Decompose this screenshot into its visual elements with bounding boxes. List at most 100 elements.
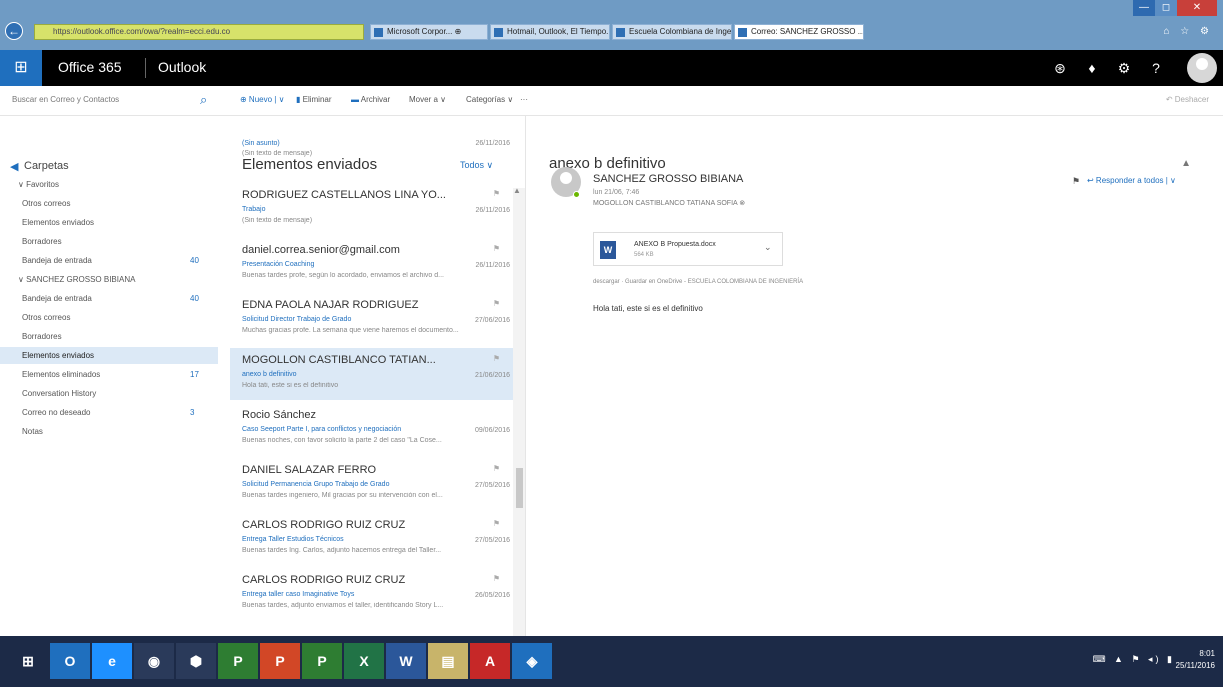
ie-app-icon[interactable]: e [92,643,132,679]
chrome-app-icon[interactable]: ◉ [134,643,174,679]
chevron-down-icon[interactable]: ⌄ [764,242,772,253]
sidebar-item[interactable]: Otros correos [0,195,218,212]
powerpoint-app-icon[interactable]: P [260,643,300,679]
message-subject: (Sin asunto) [242,140,280,147]
message-row[interactable]: (Sin asunto) (Sin texto de mensaje) 26/11/… [230,134,514,174]
archive-button[interactable]: ▬ Archivar [351,95,390,104]
sidebar-item[interactable]: Elementos eliminados 17 [0,366,218,383]
acrobat-app-icon[interactable]: A [470,643,510,679]
sidebar-item[interactable]: Bandeja de entrada 40 [0,290,218,307]
browser-tab[interactable]: Escuela Colombiana de Ingeni... [612,24,732,40]
browser-tab-active[interactable]: Correo: SANCHEZ GROSSO ... × [734,24,864,40]
sender-name[interactable]: SANCHEZ GROSSO BIBIANA [593,173,743,185]
flag-icon[interactable]: ⚑ [493,244,500,253]
categories-button[interactable]: Categorías ∨ [466,95,513,104]
folders-header[interactable]: ◀ Carpetas [10,160,69,173]
undo-button[interactable]: ↶ Deshacer [1166,95,1209,104]
flag-icon[interactable]: ⚑ [1072,176,1080,187]
message-row[interactable]: CARLOS RODRIGO RUIZ CRUZ Entrega Taller E… [230,513,514,565]
recipient[interactable]: MOGOLLON CASTIBLANCO TATIANA SOFIA ⊗ [593,199,745,207]
flag-icon[interactable]: ⚑ [493,519,500,528]
outlook-app-icon[interactable]: O [50,643,90,679]
message-row[interactable]: DANIEL SALAZAR FERRO Solicitud Permanenci… [230,458,514,510]
sidebar-item[interactable]: Correo no deseado 3 [0,404,218,421]
flag-icon[interactable]: ⚑ [493,354,500,363]
flag-icon[interactable]: ⚑ [493,299,500,308]
sidebar-item-label: ∨ SANCHEZ GROSSO BIBIANA [18,275,136,284]
message-row[interactable]: MOGOLLON CASTIBLANCO TATIAN... anexo b de… [230,348,514,400]
windows-start-icon[interactable]: ⊞ [8,643,48,679]
move-button[interactable]: Mover a ∨ [409,95,446,104]
search-icon[interactable]: ⌕ [200,92,207,108]
project-app-icon[interactable]: P [218,643,258,679]
tab-favicon-icon [494,28,503,37]
message-row[interactable]: EDNA PAOLA NAJAR RODRIGUEZ Solicitud Dire… [230,293,514,345]
address-bar[interactable]: https://outlook.office.com/owa/?realm=ec… [34,24,364,40]
flag-icon[interactable]: ⚑ [493,574,500,583]
sidebar-item-label: Bandeja de entrada [22,294,92,303]
message-preview: (Sin texto de mensaje) [242,217,313,224]
message-date: 27/05/2016 [474,537,510,544]
flag-icon[interactable]: ⚑ [493,464,500,473]
search-input[interactable]: Buscar en Correo y Contactos [12,95,119,104]
app-launcher-icon[interactable]: ⊞ [0,50,42,86]
attachment-actions[interactable]: descargar · Guardar en OneDrive - ESCUEL… [593,279,803,285]
folder-pane: ◀ Carpetas ∨ Favoritos Otros correos Eleme… [0,116,218,636]
sidebar-item[interactable]: Elementos enviados [0,347,218,364]
sidebar-item[interactable]: Bandeja de entrada 40 [0,252,218,269]
attachment-size: 564 KB [634,252,654,258]
maximize-button[interactable]: ◻ [1155,0,1177,16]
sidebar-item[interactable]: Borradores [0,328,218,345]
message-date: 26/11/2016 [475,140,510,147]
attachment-name[interactable]: ANEXO B Propuesta.docx [634,241,716,248]
bell-icon[interactable]: ♦ [1076,50,1108,86]
delete-button[interactable]: ▮ Eliminar [296,95,332,104]
browser-tools[interactable]: ⌂ ☆ ⚙ [1163,26,1213,37]
sidebar-item[interactable]: Notas [0,423,218,440]
gear-icon[interactable]: ⚙ [1108,50,1140,86]
message-row[interactable]: Rocio Sánchez Caso Seeport Parte I, para … [230,403,514,455]
message-sender: Rocio Sánchez [242,409,316,421]
message-subject: Trabajo [242,206,266,213]
clock[interactable]: 8:01 25/11/2016 [1176,648,1215,672]
help-icon[interactable]: ? [1140,50,1172,86]
suite-title[interactable]: Office 365 [58,59,122,75]
message-date: 27/06/2016 [474,317,510,324]
reply-all-button[interactable]: ↩ Responder a todos | ∨ [1087,176,1176,185]
word-app-icon[interactable]: W [386,643,426,679]
scroll-up-icon[interactable]: ▲ [513,186,521,195]
settings-app-icon[interactable]: ◈ [512,643,552,679]
sidebar-item[interactable]: Conversation History [0,385,218,402]
files-app-icon[interactable]: ▤ [428,643,468,679]
sidebar-item[interactable]: ∨ Favoritos [0,176,218,193]
browser-tab[interactable]: Microsoft Corpor... ⊕ [370,24,488,40]
collapse-icon[interactable]: ◀ [10,160,18,173]
sidebar-item[interactable]: Borradores [0,233,218,250]
message-row[interactable]: RODRIGUEZ CASTELLANOS LINA YO... Trabajo (… [230,183,514,235]
sidebar-item[interactable]: Elementos enviados [0,214,218,231]
scrollbar-thumb[interactable] [516,468,523,508]
network-app-icon[interactable]: ⬢ [176,643,216,679]
skype-icon[interactable]: ⊛ [1044,50,1076,86]
sidebar-item[interactable]: ∨ SANCHEZ GROSSO BIBIANA [0,271,218,288]
system-tray[interactable]: ⌨ ▲ ⚑ ◂) ▮ [1093,654,1175,665]
message-row[interactable]: daniel.correa.senior@gmail.com Presentaci… [230,238,514,290]
attachment-card[interactable]: W ANEXO B Propuesta.docx 564 KB ⌄ [593,232,783,266]
app-title[interactable]: Outlook [158,59,206,75]
more-button[interactable]: ··· [520,95,528,104]
message-row[interactable]: CARLOS RODRIGO RUIZ CRUZ Entrega taller c… [230,568,514,620]
flag-icon[interactable]: ⚑ [493,189,500,198]
project2-app-icon[interactable]: P [302,643,342,679]
minimize-button[interactable]: — [1133,0,1155,16]
close-button[interactable]: ✕ [1177,0,1217,16]
browser-tab[interactable]: Hotmail, Outlook, El Tiempo... [490,24,610,40]
avatar[interactable] [1187,53,1217,83]
sidebar-item[interactable]: Otros correos [0,309,218,326]
message-subject: Presentación Coaching [242,261,315,268]
excel-app-icon[interactable]: X [344,643,384,679]
back-icon[interactable]: ← [5,22,23,40]
new-button[interactable]: ⊕ Nuevo | ∨ [240,95,284,104]
collapse-icon[interactable]: ▲ [1181,158,1191,169]
list-scrollbar[interactable] [513,188,525,658]
message-sender: daniel.correa.senior@gmail.com [242,244,400,256]
